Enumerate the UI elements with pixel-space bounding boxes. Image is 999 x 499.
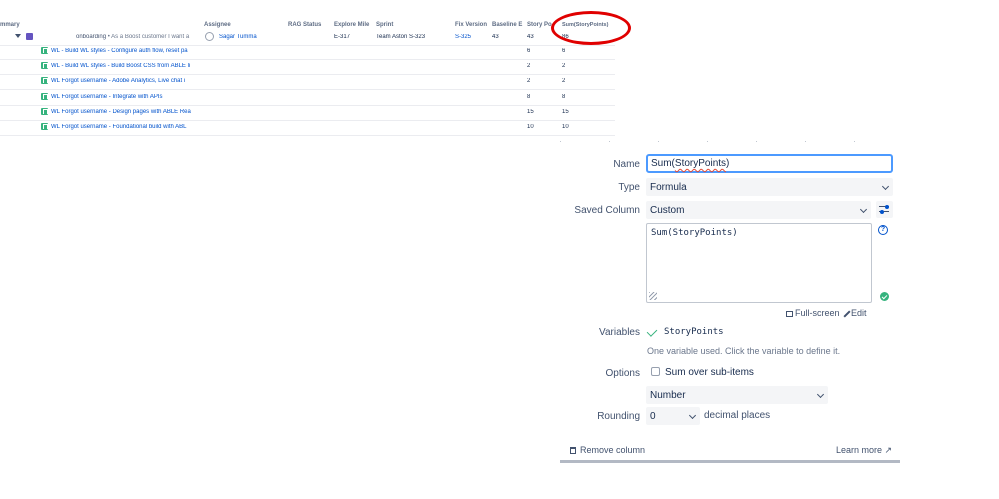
story-icon xyxy=(41,47,48,54)
row-story-points: 8 xyxy=(527,94,531,100)
saved-column-value: Custom xyxy=(650,204,685,216)
variables-hint: One variable used. Click the variable to… xyxy=(647,346,841,356)
story-icon xyxy=(41,62,48,69)
saved-column-label: Saved Column xyxy=(574,205,640,216)
avatar-icon xyxy=(205,32,214,41)
type-label: Type xyxy=(618,182,640,193)
remove-column-button[interactable]: Remove column xyxy=(570,445,645,455)
trash-icon xyxy=(570,447,576,455)
expand-caret-icon[interactable] xyxy=(15,34,21,38)
formula-text: Sum(StoryPoints) xyxy=(651,228,738,238)
name-value-prefix: Sum( xyxy=(651,158,675,169)
header-summary[interactable]: mmary xyxy=(0,22,20,28)
format-select-value: Number xyxy=(650,389,686,401)
row-story-points: 15 xyxy=(527,109,534,115)
variables-label: Variables xyxy=(599,327,640,338)
red-annotation-circle xyxy=(551,11,631,45)
row-story-points: 2 xyxy=(527,63,531,69)
slider-knob-icon xyxy=(880,209,884,214)
rounding-select-value: 0 xyxy=(650,410,656,422)
column-config-panel: Name Sum(StoryPoints) Type Formula Saved… xyxy=(560,140,900,460)
table-row[interactable]: WL - Build WL styles - Build Boost CSS f… xyxy=(0,59,615,75)
header-assignee[interactable]: Assignee xyxy=(204,22,231,28)
table-row[interactable]: WL - Build WL styles - Configure auth fl… xyxy=(0,44,615,60)
row-sum-story-points: 6 xyxy=(562,48,566,54)
edit-label: Edit xyxy=(851,308,867,318)
formula-editor[interactable]: Sum(StoryPoints) xyxy=(646,223,872,303)
options-label: Options xyxy=(605,368,640,379)
help-icon[interactable]: ? xyxy=(878,225,888,235)
variable-storypoints[interactable]: StoryPoints xyxy=(664,327,724,337)
table-row[interactable]: WL Forgot username - Foundational build … xyxy=(0,120,615,136)
row-sum-story-points: 8 xyxy=(562,94,566,100)
saved-column-select[interactable]: Custom xyxy=(646,201,871,219)
row-story-points: 6 xyxy=(527,48,531,54)
name-label: Name xyxy=(613,159,640,170)
epic-icon xyxy=(26,33,33,40)
row-summary[interactable]: WL Forgot username - Integrate with APIs xyxy=(51,94,197,100)
row-summary[interactable]: WL - Build WL styles - Configure auth fl… xyxy=(51,48,197,54)
chevron-down-icon xyxy=(859,205,868,214)
epic-fix-version[interactable]: S-325 xyxy=(455,34,471,40)
decimal-places-label: decimal places xyxy=(704,410,771,421)
slider-knob-icon xyxy=(885,204,889,209)
chevron-down-icon xyxy=(688,411,697,420)
name-value-spellcheck: StoryPoints xyxy=(674,158,727,169)
table-row[interactable]: WL Forgot username - Integrate with APIs… xyxy=(0,90,615,106)
row-sum-story-points: 2 xyxy=(562,78,566,84)
column-settings-button[interactable] xyxy=(876,201,893,218)
format-select[interactable]: Number xyxy=(646,386,828,404)
story-icon xyxy=(41,123,48,130)
header-baseline[interactable]: Baseline E xyxy=(492,22,522,28)
check-circle-icon xyxy=(880,292,889,301)
row-summary[interactable]: WL Forgot username - Design pages with A… xyxy=(51,109,197,115)
name-input[interactable]: Sum(StoryPoints) xyxy=(646,154,893,173)
header-explore-milestone[interactable]: Explore Mile xyxy=(334,22,369,28)
epic-baseline: 43 xyxy=(492,34,499,40)
edit-button[interactable]: Edit xyxy=(843,308,867,318)
sum-over-subitems-checkbox[interactable] xyxy=(651,367,660,376)
panel-top-edge xyxy=(560,141,900,142)
fullscreen-button[interactable]: Full-screen xyxy=(786,308,840,318)
story-icon xyxy=(41,77,48,84)
rounding-label: Rounding xyxy=(597,411,640,422)
header-story-points[interactable]: Story Po xyxy=(527,22,552,28)
table-row[interactable]: WL Forgot username - Design pages with A… xyxy=(0,105,615,121)
row-sum-story-points: 15 xyxy=(562,109,569,115)
epic-story-points: 43 xyxy=(527,34,534,40)
chevron-down-icon xyxy=(881,182,890,191)
row-sum-story-points: 10 xyxy=(562,124,569,130)
row-summary[interactable]: WL - Build WL styles - Build Boost CSS f… xyxy=(51,63,197,69)
chevron-down-icon xyxy=(816,390,825,399)
name-value-suffix: ) xyxy=(726,158,730,169)
epic-summary[interactable]: onboarding • As a Boost customer I want … xyxy=(76,34,200,40)
row-story-points: 10 xyxy=(527,124,534,130)
remove-column-label: Remove column xyxy=(580,445,646,455)
story-icon xyxy=(41,93,48,100)
type-select[interactable]: Formula xyxy=(646,178,893,196)
type-select-value: Formula xyxy=(650,181,687,193)
pencil-icon xyxy=(843,310,851,318)
header-sprint[interactable]: Sprint xyxy=(376,22,393,28)
row-summary[interactable]: WL Forgot username - Foundational build … xyxy=(51,124,197,130)
epic-explore-milestone: E-317 xyxy=(334,34,351,40)
learn-more-link[interactable]: Learn more ↗ xyxy=(836,445,892,456)
row-story-points: 2 xyxy=(527,78,531,84)
sum-over-subitems-label: Sum over sub-items xyxy=(665,367,754,378)
table-row[interactable]: WL Forgot username - Adobe Analytics, Li… xyxy=(0,74,615,90)
row-summary[interactable]: WL Forgot username - Adobe Analytics, Li… xyxy=(51,78,197,84)
header-rag-status[interactable]: RAG Status xyxy=(288,22,321,28)
check-icon xyxy=(646,326,658,337)
fullscreen-icon xyxy=(786,310,793,317)
epic-sprint: Team Aston S-323 xyxy=(376,34,426,40)
panel-bottom-border xyxy=(560,460,900,463)
story-icon xyxy=(41,108,48,115)
resize-grip-icon[interactable] xyxy=(649,292,657,300)
rounding-select[interactable]: 0 xyxy=(646,407,700,425)
header-fix-version[interactable]: Fix Version xyxy=(455,22,487,28)
epic-assignee[interactable]: Sagar Tumma xyxy=(219,34,257,40)
row-sum-story-points: 2 xyxy=(562,63,566,69)
structure-table: mmary Assignee RAG Status Explore Mile S… xyxy=(0,0,631,136)
fullscreen-label: Full-screen xyxy=(795,308,840,318)
